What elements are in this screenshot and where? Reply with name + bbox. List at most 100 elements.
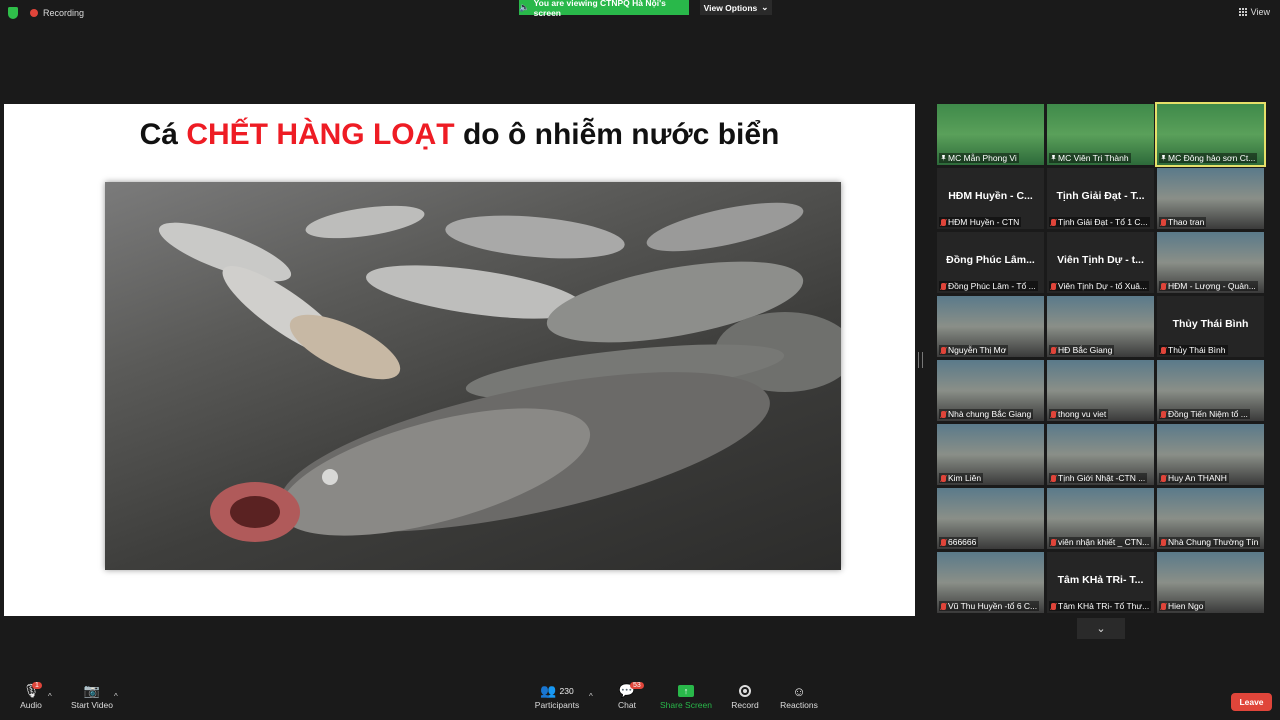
participant-tile[interactable]: MC Đông hảo sơn Ct... bbox=[1155, 102, 1266, 167]
chat-icon: 💬 53 bbox=[610, 682, 644, 700]
gallery-next-page-button[interactable]: ⌄ bbox=[1077, 618, 1125, 639]
participant-tile[interactable]: Đồng Tiến Niệm tổ ... bbox=[1157, 360, 1264, 421]
view-button[interactable]: View bbox=[1238, 7, 1270, 17]
slide-title-suffix: do ô nhiễm nước biển bbox=[454, 118, 780, 151]
mic-off-icon bbox=[1161, 282, 1166, 290]
participant-name: Đồng Tiến Niệm tổ ... bbox=[1168, 409, 1248, 419]
speaker-icon: 🔈 bbox=[519, 2, 530, 12]
resize-handle[interactable] bbox=[918, 352, 923, 368]
chat-label: Chat bbox=[618, 700, 636, 710]
participant-tile[interactable]: Nhà Chung Thường Tín bbox=[1157, 488, 1264, 549]
participant-name-tag: Kim Liên bbox=[939, 473, 984, 483]
viewing-banner: 🔈 You are viewing CTNPQ Hà Nội's screen bbox=[519, 0, 689, 18]
participant-name: Viên Tịnh Dự - tổ Xuâ... bbox=[1058, 281, 1148, 291]
audio-caret-icon[interactable]: ^ bbox=[48, 692, 52, 701]
participant-name: Thao tran bbox=[1168, 217, 1205, 227]
pin-icon bbox=[1161, 154, 1166, 162]
participant-name: MC Mẫn Phong Vi bbox=[948, 153, 1017, 163]
participant-tile[interactable]: Nguyễn Thị Mơ bbox=[937, 296, 1044, 357]
participant-name-tag: HĐ Bắc Giang bbox=[1049, 345, 1115, 355]
mic-off-icon bbox=[1161, 602, 1166, 610]
participant-tile[interactable]: Vũ Thu Huyền -tổ 6 C... bbox=[937, 552, 1044, 613]
participant-name-tag: thong vu viet bbox=[1049, 409, 1109, 419]
view-options-button[interactable]: View Options ⌄ bbox=[700, 0, 772, 15]
participant-tile[interactable]: Nhà chung Bắc Giang bbox=[937, 360, 1044, 421]
leave-button[interactable]: Leave bbox=[1231, 693, 1272, 711]
participant-tile[interactable]: HĐM Huyền - C... HĐM Huyền - CTN bbox=[937, 168, 1044, 229]
video-off-icon: 📷 bbox=[83, 683, 101, 698]
participant-name-tag: Viên Tịnh Dự - tổ Xuâ... bbox=[1049, 281, 1150, 291]
participant-name: Tâm KHả TRi- Tổ Thư... bbox=[1058, 601, 1150, 611]
participant-tile[interactable]: Tịnh Giải Đạt - T... Tịnh Giải Đạt - Tổ 1… bbox=[1047, 168, 1154, 229]
record-icon bbox=[739, 685, 751, 697]
participant-display-name: Thủy Thái Bình bbox=[1172, 318, 1249, 330]
mic-off-icon bbox=[1051, 602, 1056, 610]
meeting-toolbar: 🎙 1 Audio ^ 📷 Start Video ^ 👥 230 Partic… bbox=[0, 682, 1280, 720]
participant-tile[interactable]: Đồng Phúc Lâm... Đồng Phúc Lâm - Tổ ... bbox=[937, 232, 1044, 293]
participant-name: HĐM - Lượng - Quản... bbox=[1168, 281, 1256, 291]
mic-off-icon: 🎙 1 bbox=[14, 682, 48, 700]
participants-button[interactable]: 👥 230 Participants bbox=[532, 682, 582, 710]
participant-display-name: HĐM Huyền - C... bbox=[948, 190, 1033, 202]
participant-display-name: Viên Tịnh Dự - t... bbox=[1057, 254, 1144, 266]
audio-badge: 1 bbox=[32, 682, 42, 689]
participant-name: 666666 bbox=[948, 537, 977, 547]
participant-tile[interactable]: MC Mẫn Phong Vi bbox=[937, 104, 1044, 165]
shared-screen: Cá CHẾT HÀNG LOẠT do ô nhiễm nước biển bbox=[4, 104, 915, 616]
participants-icon: 👥 bbox=[540, 683, 557, 698]
mic-off-icon bbox=[1161, 474, 1166, 482]
participant-tile[interactable]: Kim Liên bbox=[937, 424, 1044, 485]
mic-off-icon bbox=[1051, 282, 1056, 290]
video-caret-icon[interactable]: ^ bbox=[114, 692, 118, 701]
smiley-plus-icon: ☺ bbox=[792, 683, 806, 699]
participant-tile[interactable]: Huy An THANH bbox=[1157, 424, 1264, 485]
participant-tile[interactable]: thong vu viet bbox=[1047, 360, 1154, 421]
participant-tile[interactable]: Thủy Thái Bình Thủy Thái Bình bbox=[1157, 296, 1264, 357]
participant-name: Kim Liên bbox=[948, 473, 982, 483]
reactions-label: Reactions bbox=[780, 700, 818, 710]
participant-name-tag: Thao tran bbox=[1159, 217, 1207, 227]
shield-icon[interactable] bbox=[8, 7, 18, 19]
participant-tile[interactable]: Hien Ngo bbox=[1157, 552, 1264, 613]
chat-button[interactable]: 💬 53 Chat bbox=[610, 682, 644, 710]
participant-tile[interactable]: Thao tran bbox=[1157, 168, 1264, 229]
participant-tile[interactable]: Viên Tịnh Dự - t... Viên Tịnh Dự - tổ Xuâ… bbox=[1047, 232, 1154, 293]
participant-name-tag: Huy An THANH bbox=[1159, 473, 1229, 483]
participant-name-tag: Vũ Thu Huyền -tổ 6 C... bbox=[939, 601, 1040, 611]
participant-name-tag: Tịnh Giới Nhật -CTN ... bbox=[1049, 473, 1148, 483]
participant-name: Tịnh Giải Đạt - Tổ 1 C... bbox=[1058, 217, 1148, 227]
participant-tile[interactable]: viên nhận khiết _ CTN... bbox=[1047, 488, 1154, 549]
slide-title: Cá CHẾT HÀNG LOẠT do ô nhiễm nước biển bbox=[4, 118, 915, 152]
record-button[interactable]: Record bbox=[728, 682, 762, 710]
mic-off-icon bbox=[1051, 346, 1056, 354]
participant-name-tag: Thủy Thái Bình bbox=[1159, 345, 1228, 355]
reactions-button[interactable]: ☺ Reactions bbox=[778, 682, 820, 711]
audio-button[interactable]: 🎙 1 Audio bbox=[14, 682, 48, 710]
participant-tile[interactable]: Tịnh Giới Nhật -CTN ... bbox=[1047, 424, 1154, 485]
recording-indicator[interactable]: Recording bbox=[30, 8, 84, 18]
pin-icon bbox=[941, 154, 946, 162]
participant-tile[interactable]: 666666 bbox=[937, 488, 1044, 549]
share-screen-button[interactable]: ↑ Share Screen bbox=[658, 682, 714, 710]
mic-off-icon bbox=[1161, 410, 1166, 418]
mic-off-icon bbox=[1051, 538, 1056, 546]
participant-name-tag: 666666 bbox=[939, 537, 979, 547]
participant-name-tag: Nhà Chung Thường Tín bbox=[1159, 537, 1261, 547]
participant-tile[interactable]: HĐM - Lượng - Quản... bbox=[1157, 232, 1264, 293]
mic-off-icon bbox=[941, 282, 946, 290]
participant-name: Nhà chung Bắc Giang bbox=[948, 409, 1032, 419]
participant-tile[interactable]: Tâm KHả TRi- T... Tâm KHả TRi- Tổ Thư... bbox=[1047, 552, 1154, 613]
mic-off-icon bbox=[941, 346, 946, 354]
view-options-label: View Options bbox=[703, 2, 758, 13]
chevron-down-icon: ⌄ bbox=[761, 2, 769, 12]
participants-label: Participants bbox=[534, 700, 580, 710]
participant-name: MC Đông hảo sơn Ct... bbox=[1168, 153, 1256, 163]
participant-name: Tịnh Giới Nhật -CTN ... bbox=[1058, 473, 1146, 483]
participants-caret-icon[interactable]: ^ bbox=[589, 692, 593, 701]
participant-tile[interactable]: MC Viên Tri Thành bbox=[1047, 104, 1154, 165]
chevron-down-icon: ⌄ bbox=[1096, 623, 1106, 635]
participant-tile[interactable]: HĐ Bắc Giang bbox=[1047, 296, 1154, 357]
start-video-button[interactable]: 📷 Start Video bbox=[68, 682, 116, 710]
share-screen-label: Share Screen bbox=[660, 700, 712, 710]
participant-name-tag: HĐM Huyền - CTN bbox=[939, 217, 1022, 227]
